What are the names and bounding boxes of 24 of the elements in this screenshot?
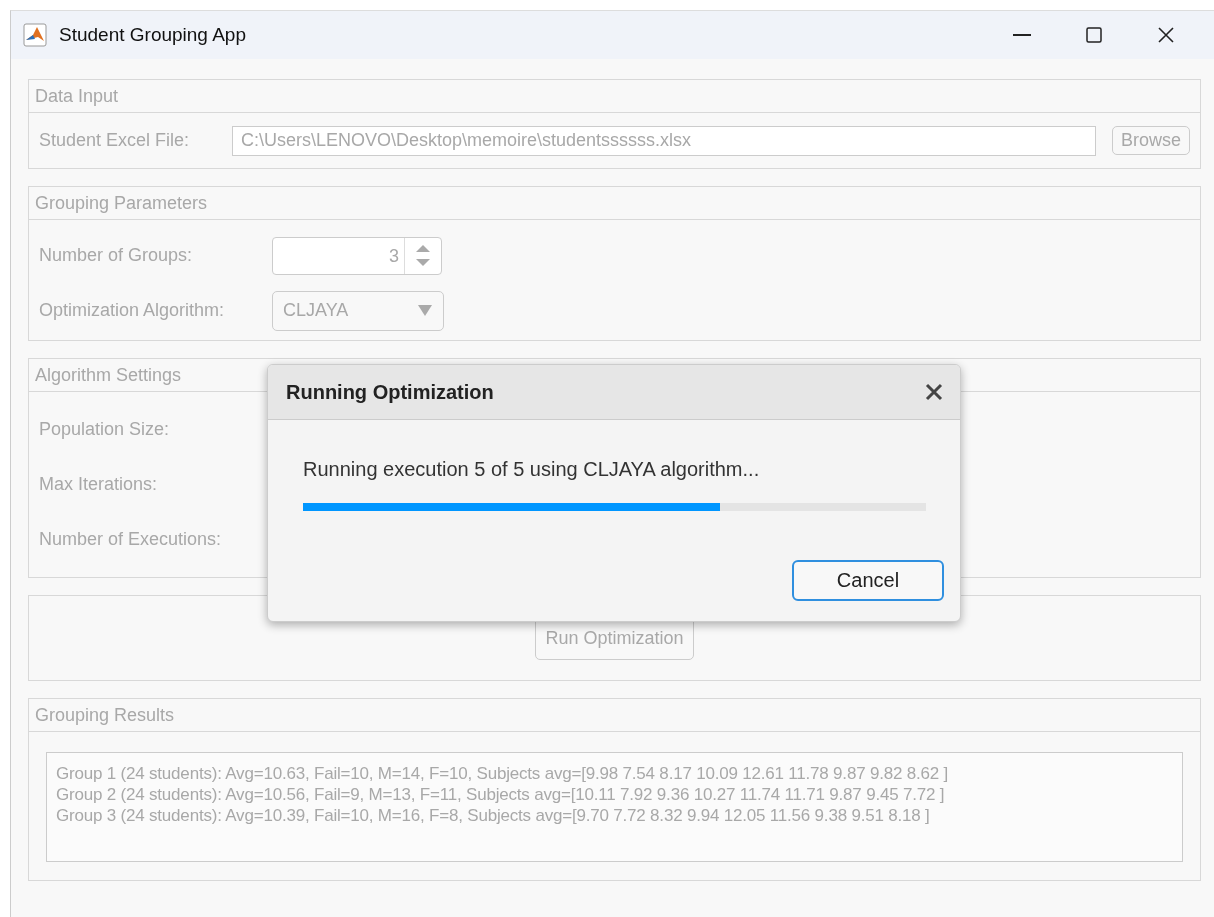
- result-line: Group 3 (24 students): Avg=10.39, Fail=10, M=16, F=8, Subjects avg=[9.70 7.72 8.32 9.94 12.05 11.56 9.38 9.51 8.18 ]: [56, 805, 931, 826]
- close-icon: [1157, 26, 1175, 44]
- panel-title: Grouping Results: [29, 699, 1200, 732]
- field-label: Number of Groups:: [39, 245, 194, 266]
- field-label: Max Iterations:: [39, 474, 159, 495]
- result-line: Group 1 (24 students): Avg=10.63, Fail=10, M=14, F=10, Subjects avg=[9.98 7.54 8.17 10.09 12.61 11.78 9.87 9.82 8.62 ]: [56, 763, 950, 784]
- minimize-icon: [1013, 34, 1031, 36]
- field-label: Number of Executions:: [39, 529, 223, 550]
- app-icon: [23, 23, 47, 47]
- panel-title: Grouping Parameters: [29, 187, 1200, 220]
- cancel-button[interactable]: Cancel: [792, 560, 944, 601]
- result-line: Group 2 (24 students): Avg=10.56, Fail=9, M=13, F=11, Subjects avg=[10.11 7.92 9.36 10.27 11.74 11.71 9.87 9.45 7.72 ]: [56, 784, 946, 805]
- window-title: Student Grouping App: [59, 24, 247, 46]
- dialog-close-button[interactable]: [924, 382, 944, 402]
- field-label: Optimization Algorithm:: [39, 300, 226, 321]
- dialog-message: Running execution 5 of 5 using CLJAYA algorithm...: [303, 458, 761, 481]
- down-arrow-icon: [416, 259, 430, 267]
- up-arrow-icon: [416, 244, 430, 252]
- field-label: Student Excel File:: [39, 130, 191, 151]
- close-icon: [924, 382, 944, 402]
- maximize-icon: [1085, 26, 1103, 44]
- panel-title: Data Input: [29, 80, 1200, 113]
- field-label: Population Size:: [39, 419, 171, 440]
- dropdown-arrow-icon: [417, 304, 433, 317]
